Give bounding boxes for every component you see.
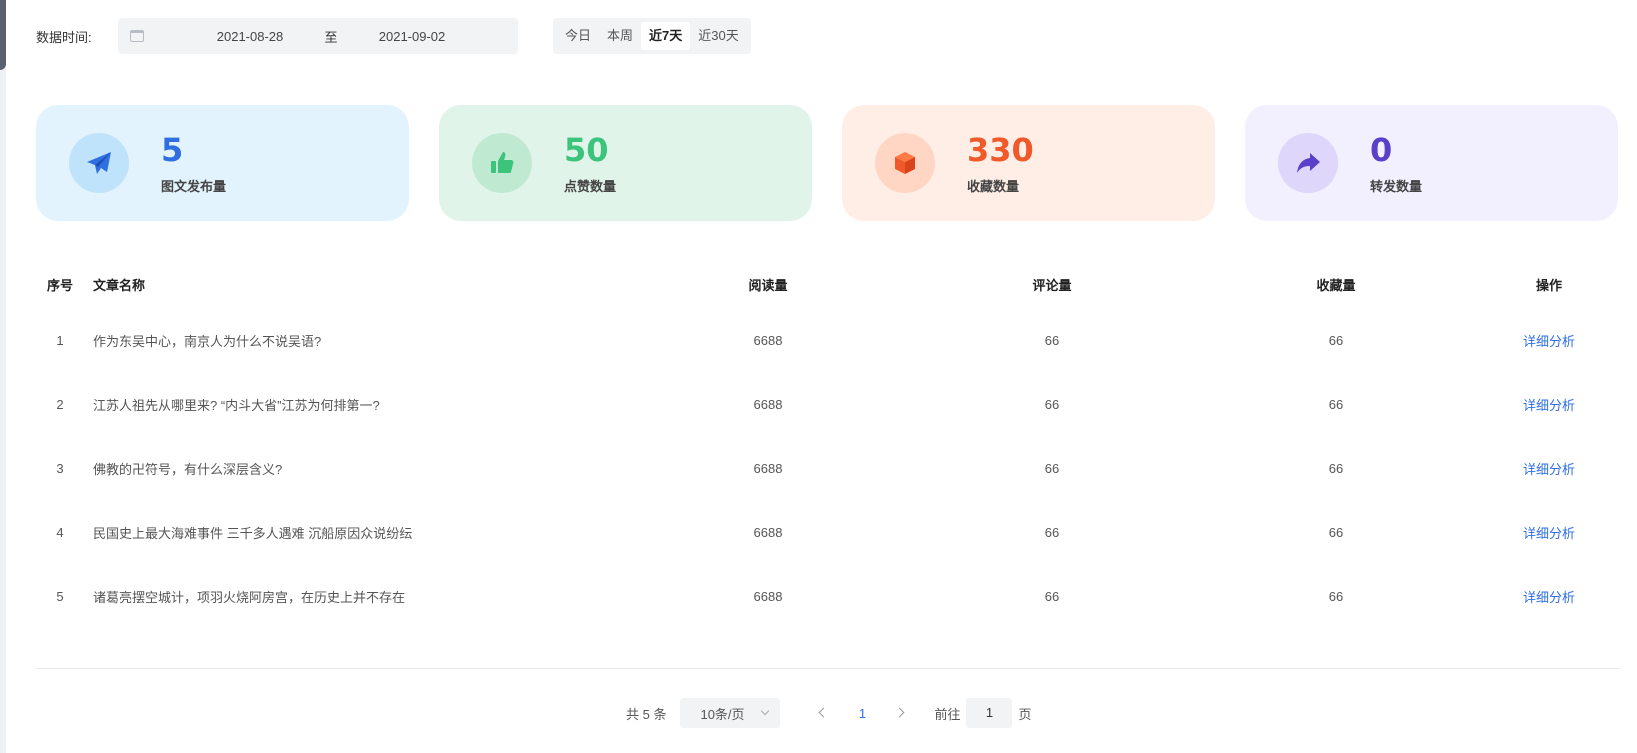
detail-analysis-link[interactable]: 详细分析	[1478, 459, 1620, 478]
header-title: 文章名称	[93, 277, 146, 293]
stat-card-posts: 5 图文发布量	[36, 105, 409, 221]
thumbs-up-icon	[472, 133, 532, 193]
table-row: 1 作为东吴中心，南京人为什么不说吴语? 6688 66 66 详细分析	[36, 308, 1620, 372]
table-row: 2 江苏人祖先从哪里来? “内斗大省”江苏为何排第一? 6688 66 66 详…	[36, 372, 1620, 436]
posts-label: 图文发布量	[161, 178, 227, 194]
box-icon	[875, 133, 935, 193]
stat-card-likes: 50 点赞数量	[439, 105, 812, 221]
favorites-count: 330	[967, 130, 1034, 169]
row-title: 作为东吴中心，南京人为什么不说吴语?	[93, 333, 322, 349]
shares-label: 转发数量	[1370, 178, 1423, 194]
row-comments: 66	[1044, 460, 1060, 476]
stat-card-shares: 0 转发数量	[1245, 105, 1618, 221]
page-unit-label: 页	[1018, 706, 1032, 722]
goto-label: 前往	[934, 706, 961, 722]
paper-plane-icon	[69, 133, 129, 193]
row-comments: 66	[1044, 524, 1060, 540]
start-date-input[interactable]: 2021-08-28	[190, 29, 310, 44]
end-date-input[interactable]: 2021-09-02	[352, 29, 472, 44]
range-30days-button[interactable]: 近30天	[690, 22, 746, 50]
detail-analysis-link[interactable]: 详细分析	[1478, 523, 1620, 542]
row-reads: 6688	[753, 396, 783, 412]
posts-count: 5	[161, 130, 184, 169]
detail-analysis-link[interactable]: 详细分析	[1478, 587, 1620, 606]
prev-page-button[interactable]	[802, 698, 844, 728]
left-edge-shadow	[0, 0, 6, 70]
articles-table: 序号 文章名称 阅读量 评论量 收藏量 操作 1 作为东吴中心，南京人为什么不说…	[36, 260, 1620, 628]
date-range-separator: 至	[324, 29, 338, 45]
page-size-select[interactable]: 10条/页	[680, 698, 781, 728]
calendar-icon	[130, 30, 144, 42]
header-index: 序号	[46, 277, 73, 293]
next-page-button[interactable]	[880, 698, 922, 728]
row-favorites: 66	[1328, 588, 1344, 604]
detail-analysis-link[interactable]: 详细分析	[1478, 395, 1620, 414]
date-filter-bar: 数据时间: 2021-08-28 至 2021-09-02 今日 本周 近7天 …	[36, 18, 751, 54]
row-index: 1	[56, 332, 64, 348]
row-comments: 66	[1044, 332, 1060, 348]
goto-page-input[interactable]	[966, 698, 1013, 728]
table-row: 4 民国史上最大海难事件 三千多人遇难 沉船原因众说纷纭 6688 66 66 …	[36, 500, 1620, 564]
row-index: 5	[56, 588, 64, 604]
range-week-button[interactable]: 本周	[599, 22, 641, 50]
row-title: 江苏人祖先从哪里来? “内斗大省”江苏为何排第一?	[93, 397, 380, 413]
share-arrow-icon	[1278, 133, 1338, 193]
row-reads: 6688	[753, 332, 783, 348]
stat-card-favorites: 330 收藏数量	[842, 105, 1215, 221]
date-filter-label: 数据时间:	[36, 29, 92, 45]
pagination: 共 5 条 10条/页 1 前往 页	[626, 698, 1032, 728]
table-divider	[36, 668, 1620, 669]
row-reads: 6688	[753, 460, 783, 476]
table-row: 3 佛教的卍符号，有什么深层含义? 6688 66 66 详细分析	[36, 436, 1620, 500]
row-favorites: 66	[1328, 332, 1344, 348]
row-comments: 66	[1044, 396, 1060, 412]
left-edge-panel	[0, 0, 6, 753]
stat-cards: 5 图文发布量 50 点赞数量 330 收藏数量 0 转发数量	[36, 105, 1618, 221]
likes-count: 50	[564, 130, 609, 169]
favorites-label: 收藏数量	[967, 178, 1020, 194]
table-header: 序号 文章名称 阅读量 评论量 收藏量 操作	[36, 260, 1620, 308]
range-7days-button[interactable]: 近7天	[641, 22, 691, 50]
row-comments: 66	[1044, 588, 1060, 604]
header-comments: 评论量	[1032, 277, 1072, 293]
row-reads: 6688	[753, 524, 783, 540]
row-title: 民国史上最大海难事件 三千多人遇难 沉船原因众说纷纭	[93, 525, 413, 541]
page-size-value: 10条/页	[700, 706, 745, 722]
detail-analysis-link[interactable]: 详细分析	[1478, 331, 1620, 350]
likes-label: 点赞数量	[564, 178, 617, 194]
quick-range-group: 今日 本周 近7天 近30天	[553, 18, 751, 54]
chevron-down-icon	[761, 706, 770, 716]
date-range-picker[interactable]: 2021-08-28 至 2021-09-02	[118, 18, 518, 54]
row-favorites: 66	[1328, 460, 1344, 476]
row-title: 佛教的卍符号，有什么深层含义?	[93, 461, 283, 477]
header-actions: 操作	[1535, 277, 1562, 293]
range-today-button[interactable]: 今日	[557, 22, 599, 50]
table-row: 5 诸葛亮摆空城计，项羽火烧阿房宫，在历史上并不存在 6688 66 66 详细…	[36, 564, 1620, 628]
row-index: 2	[56, 396, 64, 412]
total-count: 共 5 条	[626, 706, 667, 722]
row-title: 诸葛亮摆空城计，项羽火烧阿房宫，在历史上并不存在	[93, 589, 406, 605]
header-reads: 阅读量	[748, 277, 788, 293]
row-reads: 6688	[753, 588, 783, 604]
row-index: 3	[56, 460, 64, 476]
header-favorites: 收藏量	[1316, 277, 1356, 293]
row-favorites: 66	[1328, 396, 1344, 412]
shares-count: 0	[1370, 130, 1393, 169]
row-index: 4	[56, 524, 64, 540]
row-favorites: 66	[1328, 524, 1344, 540]
page-number-current[interactable]: 1	[844, 706, 880, 721]
